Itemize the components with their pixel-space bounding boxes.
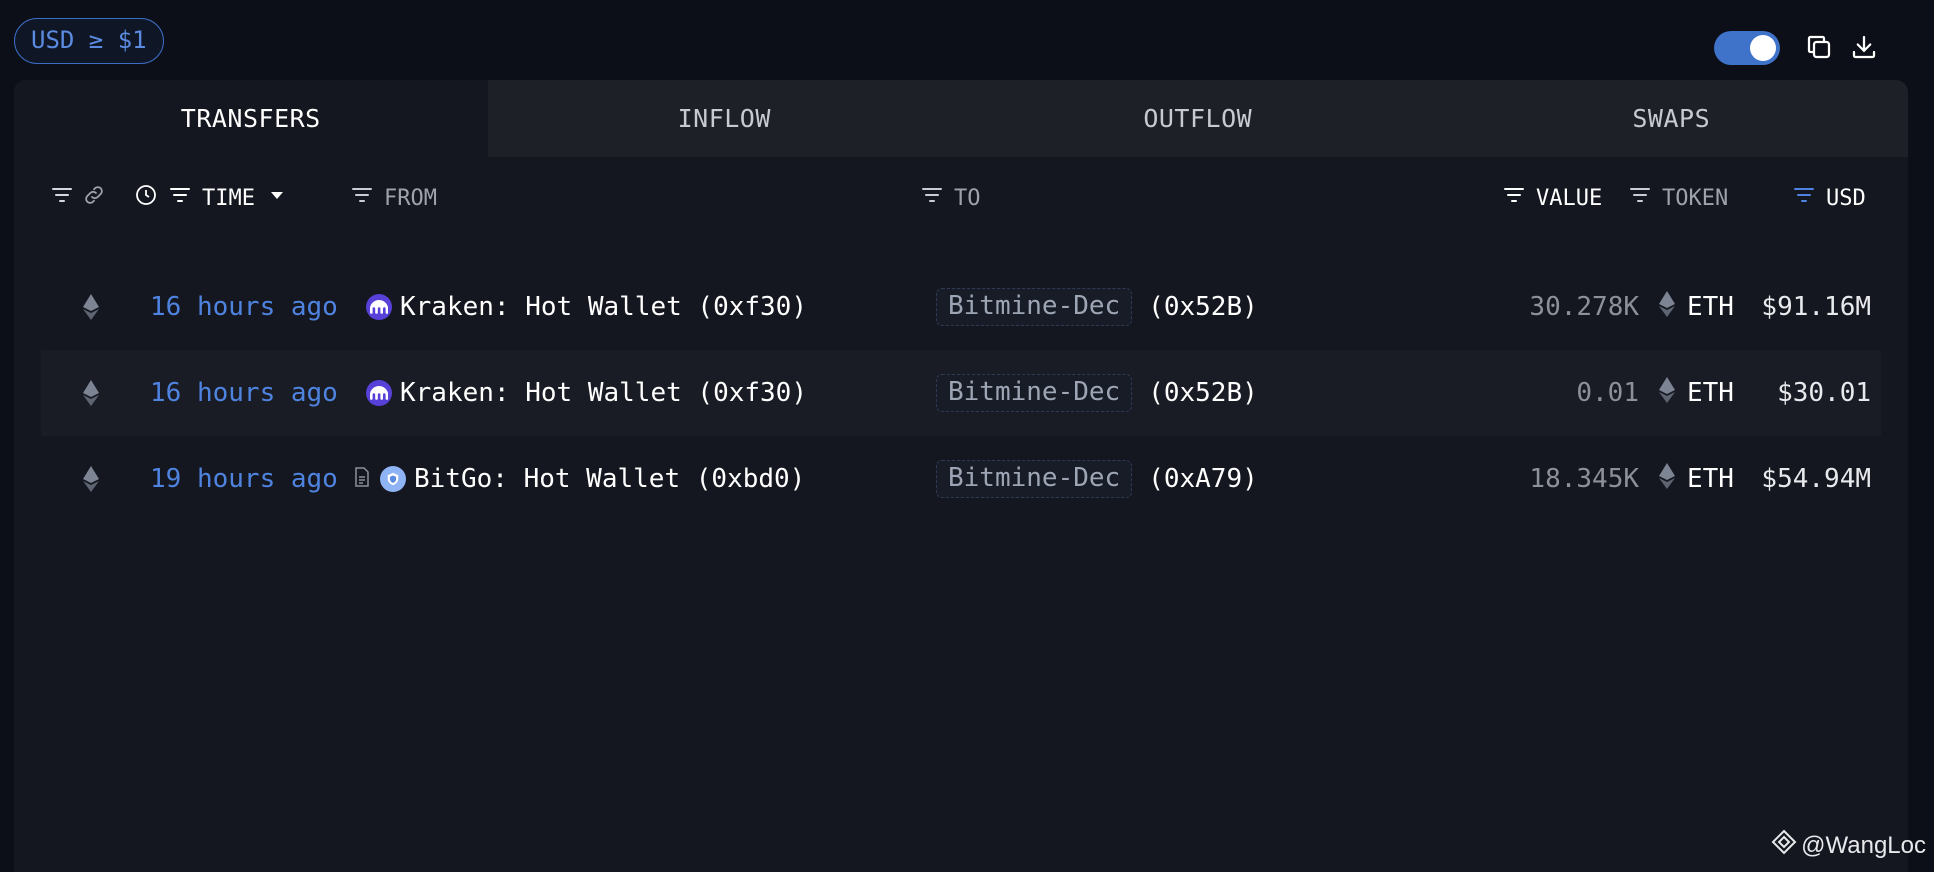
- from-entity-link[interactable]: Kraken: Hot Wallet (0xf30): [400, 292, 807, 322]
- filter-icon[interactable]: [50, 183, 74, 213]
- filter-icon[interactable]: [350, 183, 374, 213]
- link-icon[interactable]: [82, 183, 106, 213]
- ethereum-icon: [83, 350, 99, 436]
- to-address[interactable]: (0x52B): [1148, 378, 1258, 408]
- from-entity-link[interactable]: BitGo: Hot Wallet (0xbd0): [414, 464, 805, 494]
- table-row[interactable]: 19 hours ago BitGo: Hot Wallet (0xbd0) B…: [41, 436, 1881, 522]
- tab-bar: TRANSFERS INFLOW OUTFLOW SWAPS: [14, 80, 1908, 157]
- filter-active-icon[interactable]: [1792, 183, 1816, 213]
- table-row[interactable]: 16 hours ago Kraken: Hot Wallet (0xf30) …: [41, 264, 1881, 350]
- filter-icon[interactable]: [1502, 183, 1526, 213]
- toggle-knob: [1750, 35, 1776, 61]
- time-link[interactable]: 16 hours ago: [150, 350, 338, 436]
- tab-outflow[interactable]: OUTFLOW: [961, 80, 1435, 157]
- tab-inflow[interactable]: INFLOW: [488, 80, 962, 157]
- value-amount: 18.345K: [1529, 464, 1639, 494]
- time-link[interactable]: 19 hours ago: [150, 436, 338, 522]
- download-icon[interactable]: [1849, 32, 1879, 62]
- ethereum-icon: [1659, 376, 1675, 410]
- usd-amount: $30.01: [1777, 378, 1871, 408]
- usd-amount: $91.16M: [1761, 292, 1871, 322]
- token-symbol[interactable]: ETH: [1687, 464, 1734, 494]
- to-entity-tag[interactable]: Bitmine-Dec: [936, 460, 1133, 498]
- table-header: TIME FROM TO VALUE TOKEN USD: [14, 166, 1908, 230]
- transfers-panel: TRANSFERS INFLOW OUTFLOW SWAPS TIME FROM…: [14, 80, 1908, 872]
- bitgo-icon: [380, 466, 406, 492]
- token-symbol[interactable]: ETH: [1687, 292, 1734, 322]
- contract-document-icon: [354, 464, 370, 494]
- ethereum-icon: [1659, 290, 1675, 324]
- usd-filter-chip[interactable]: USD ≥ $1: [14, 18, 164, 64]
- table-row[interactable]: 16 hours ago Kraken: Hot Wallet (0xf30) …: [41, 350, 1881, 436]
- usd-amount: $54.94M: [1761, 464, 1871, 494]
- filter-icon[interactable]: [1628, 183, 1652, 213]
- to-address[interactable]: (0xA79): [1148, 464, 1258, 494]
- ethereum-icon: [83, 436, 99, 522]
- copy-icon[interactable]: [1804, 32, 1834, 62]
- ethereum-icon: [83, 264, 99, 350]
- watermark-text: @WangLoc: [1801, 831, 1926, 859]
- value-amount: 30.278K: [1529, 292, 1639, 322]
- tab-transfers[interactable]: TRANSFERS: [14, 80, 488, 157]
- to-header[interactable]: TO: [954, 186, 981, 211]
- time-link[interactable]: 16 hours ago: [150, 264, 338, 350]
- filter-icon[interactable]: [168, 183, 192, 213]
- to-address[interactable]: (0x52B): [1148, 292, 1258, 322]
- from-entity-link[interactable]: Kraken: Hot Wallet (0xf30): [400, 378, 807, 408]
- watermark: @WangLoc: [1771, 829, 1926, 862]
- filter-icon[interactable]: [920, 183, 944, 213]
- display-toggle[interactable]: [1714, 31, 1780, 65]
- value-header[interactable]: VALUE: [1536, 186, 1602, 211]
- binance-square-icon: [1771, 829, 1797, 862]
- sort-desc-icon[interactable]: [265, 183, 289, 213]
- value-amount: 0.01: [1576, 378, 1639, 408]
- kraken-icon: [366, 294, 392, 320]
- tab-swaps[interactable]: SWAPS: [1435, 80, 1909, 157]
- token-header[interactable]: TOKEN: [1662, 186, 1728, 211]
- to-entity-tag[interactable]: Bitmine-Dec: [936, 374, 1133, 412]
- from-header[interactable]: FROM: [384, 186, 437, 211]
- time-header[interactable]: TIME: [202, 186, 255, 211]
- token-symbol[interactable]: ETH: [1687, 378, 1734, 408]
- usd-header[interactable]: USD: [1826, 186, 1866, 211]
- to-entity-tag[interactable]: Bitmine-Dec: [936, 288, 1133, 326]
- ethereum-icon: [1659, 462, 1675, 496]
- clock-icon[interactable]: [134, 183, 158, 213]
- kraken-icon: [366, 380, 392, 406]
